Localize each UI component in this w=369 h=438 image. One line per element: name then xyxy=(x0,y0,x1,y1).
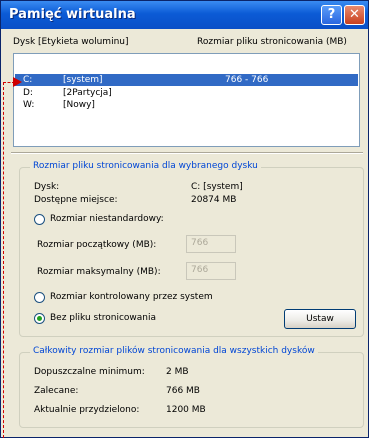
separator xyxy=(11,152,363,154)
recommended-label: Zalecane: xyxy=(34,386,79,396)
initial-size-label: Rozmiar początkowy (MB): xyxy=(37,240,157,250)
drive-letter: D: xyxy=(23,88,33,98)
no-paging-file-radio[interactable] xyxy=(34,313,45,324)
title-bar[interactable]: Pamięć wirtualna ? ✕ xyxy=(1,1,368,29)
set-button[interactable]: Ustaw xyxy=(284,309,356,329)
drive-list[interactable]: C: [system] 766 - 766 D: [2Partycja] W: … xyxy=(13,53,360,147)
drive-row-c[interactable]: C: [system] 766 - 766 xyxy=(15,74,358,86)
annotation-line xyxy=(3,82,4,438)
max-size-label: Rozmiar maksymalny (MB): xyxy=(37,267,161,277)
column-header-drive[interactable]: Dysk [Etykieta woluminu] xyxy=(13,37,128,47)
window-title: Pamięć wirtualna xyxy=(9,7,136,22)
group-title: Całkowity rozmiar plików stronicowania d… xyxy=(30,346,318,356)
system-managed-label[interactable]: Rozmiar kontrolowany przez system xyxy=(50,292,213,302)
drive-row-w[interactable]: W: [Nowy] xyxy=(15,99,358,111)
free-space-value: 20874 MB xyxy=(191,195,237,205)
free-space-label: Dostępne miejsce: xyxy=(34,195,118,205)
drive-letter: C: xyxy=(23,75,33,85)
allocated-value: 1200 MB xyxy=(166,405,206,415)
custom-size-radio[interactable] xyxy=(34,214,45,225)
drive-field-label: Dysk: xyxy=(34,182,60,192)
drive-row-d[interactable]: D: [2Partycja] xyxy=(15,87,358,99)
max-size-input[interactable]: 766 xyxy=(186,262,236,280)
virtual-memory-dialog: Pamięć wirtualna ? ✕ Dysk [Etykieta wolu… xyxy=(0,0,369,438)
minimum-label: Dopuszczalne minimum: xyxy=(34,367,145,377)
column-header-size[interactable]: Rozmiar pliku stronicowania (MB) xyxy=(197,37,347,47)
totals-group: Całkowity rozmiar plików stronicowania d… xyxy=(19,346,364,428)
recommended-value: 766 MB xyxy=(166,386,200,396)
allocated-label: Aktualnie przydzielono: xyxy=(34,405,140,415)
initial-size-input[interactable]: 766 xyxy=(186,235,236,253)
drive-field-value: C: [system] xyxy=(191,182,243,192)
drive-label: [2Partycja] xyxy=(63,88,112,98)
custom-size-label[interactable]: Rozmiar niestandardowy: xyxy=(50,214,164,224)
drive-letter: W: xyxy=(23,100,35,110)
drive-label: [system] xyxy=(63,75,103,85)
help-button[interactable]: ? xyxy=(321,5,342,25)
drive-label: [Nowy] xyxy=(63,100,95,110)
system-managed-radio[interactable] xyxy=(34,292,45,303)
group-title: Rozmiar pliku stronicowania dla wybraneg… xyxy=(30,161,261,171)
minimum-value: 2 MB xyxy=(166,367,189,377)
no-paging-file-label[interactable]: Bez pliku stronicowania xyxy=(50,313,156,323)
drive-page-size: 766 - 766 xyxy=(225,75,269,85)
close-button[interactable]: ✕ xyxy=(344,5,365,25)
annotation-arrow-icon xyxy=(13,77,22,87)
